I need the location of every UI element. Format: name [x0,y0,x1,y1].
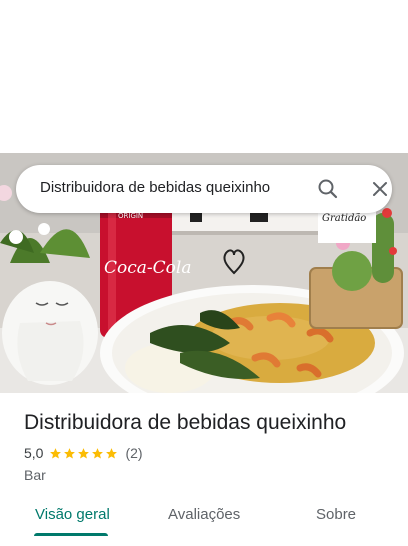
star-icon [92,447,104,458]
tab-bar: Visão geral Avaliações Sobre [0,497,408,546]
star-rating [49,447,119,460]
tab-about[interactable]: Sobre [316,506,356,523]
sign-text: Gratidão [322,213,366,224]
active-tab-indicator [34,533,108,536]
star-icon [50,447,62,458]
top-blank-area [0,0,408,153]
can-brand-text: Coca-Cola [104,258,191,278]
tab-overview[interactable]: Visão geral [35,506,110,523]
star-icon [78,447,90,458]
rating-value: 5,0 [24,445,44,461]
review-count[interactable]: (2) [125,445,142,461]
close-icon[interactable] [368,177,392,201]
rating-row[interactable]: 5,0 (2) [24,445,143,461]
search-box[interactable]: Distribuidora de bebidas queixinho [16,165,392,213]
search-input[interactable]: Distribuidora de bebidas queixinho [40,179,270,196]
tab-reviews[interactable]: Avaliações [168,506,240,523]
place-category[interactable]: Bar [24,467,46,483]
star-icon [64,447,76,458]
can-top-text: ORIGIN [118,212,143,220]
place-title: Distribuidora de bebidas queixinho [24,411,347,434]
search-icon[interactable] [316,177,340,201]
place-info-panel: Distribuidora de bebidas queixinho 5,0 (… [0,393,408,497]
star-icon [106,447,118,458]
